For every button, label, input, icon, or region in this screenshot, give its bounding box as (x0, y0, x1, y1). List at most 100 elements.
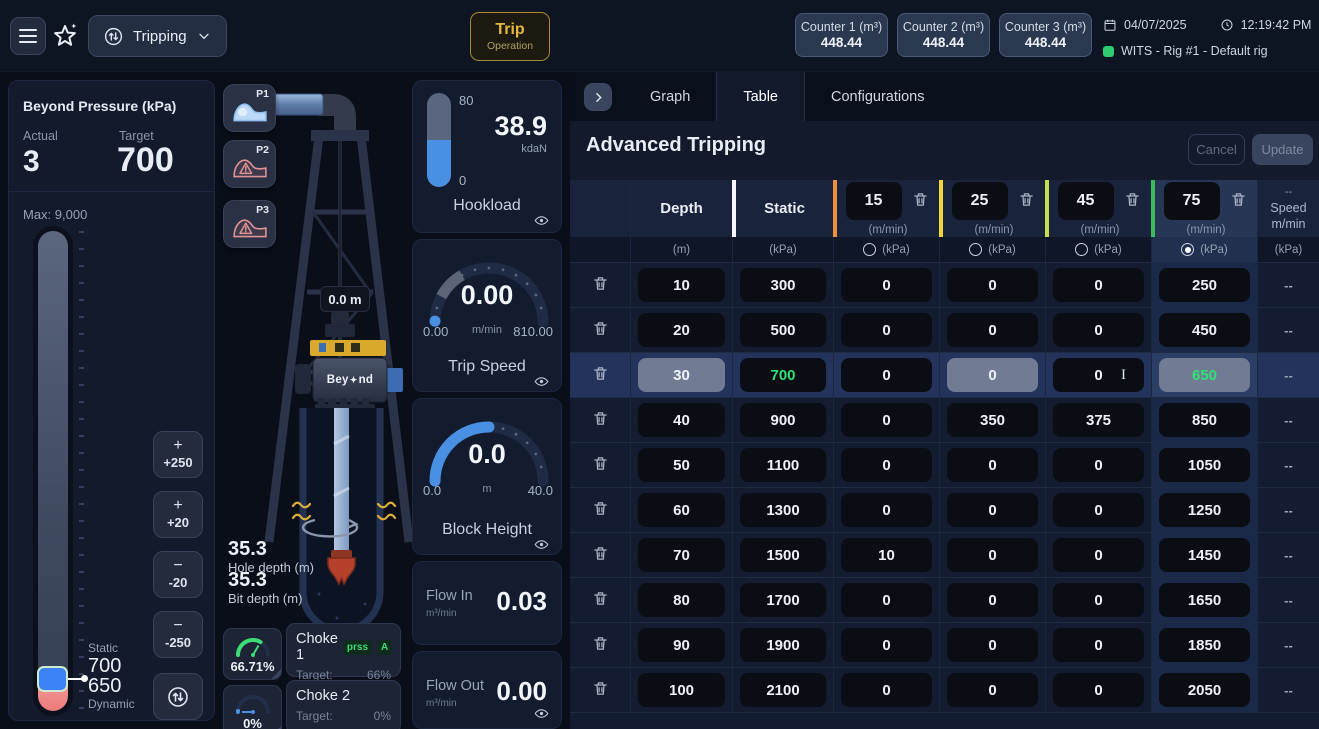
pressure-adjust--20-button[interactable]: −-20 (153, 551, 203, 598)
speed-pressure-input[interactable]: 0 (1053, 673, 1144, 707)
block-height-visibility-icon[interactable] (534, 537, 549, 552)
speed-pressure-input[interactable]: 0 (841, 628, 932, 662)
speed-column-radio[interactable] (1075, 243, 1088, 256)
speed-pressure-input[interactable]: 0 (841, 358, 932, 392)
speed-pressure-input[interactable]: 0 (841, 493, 932, 527)
static-pressure-input[interactable]: 500 (740, 313, 826, 347)
pressure-adjust--250-button[interactable]: −-250 (153, 611, 203, 658)
pump-p2-button[interactable]: P2 (223, 140, 276, 188)
speed-column-input[interactable]: 45 (1058, 182, 1114, 220)
delete-row-40-button[interactable] (590, 410, 610, 430)
depth-input[interactable]: 50 (638, 448, 725, 482)
tab-configurations[interactable]: Configurations (805, 72, 951, 121)
depth-input[interactable]: 40 (638, 403, 725, 437)
speed-column-radio[interactable] (1181, 243, 1194, 256)
delete-speed-column-75-button[interactable] (1229, 191, 1249, 211)
static-pressure-input[interactable]: 2100 (740, 673, 826, 707)
choke-2-tile[interactable]: Choke 2Target:0% (286, 680, 401, 729)
depth-input[interactable]: 10 (638, 268, 725, 302)
depth-input[interactable]: 90 (638, 628, 725, 662)
pressure-slider-track[interactable] (33, 226, 73, 716)
speed-pressure-input[interactable]: 0 (947, 628, 1038, 662)
speed-pressure-input[interactable]: 0 (841, 583, 932, 617)
depth-input[interactable]: 100 (638, 673, 725, 707)
static-pressure-input[interactable]: 1300 (740, 493, 826, 527)
speed-pressure-input[interactable]: 0 (1053, 628, 1144, 662)
flow-out-visibility-icon[interactable] (534, 706, 549, 721)
operation-mode-dropdown[interactable]: Tripping (88, 15, 227, 57)
speed-pressure-input[interactable]: 0 (841, 313, 932, 347)
speed-pressure-input[interactable]: 450 (1159, 313, 1250, 347)
favorites-star-icon[interactable] (50, 21, 80, 51)
speed-pressure-input[interactable]: 0 (947, 583, 1038, 617)
static-pressure-input[interactable]: 1100 (740, 448, 826, 482)
speed-pressure-input[interactable]: 250 (1159, 268, 1250, 302)
speed-pressure-input[interactable]: 0 (947, 448, 1038, 482)
update-button[interactable]: Update (1252, 134, 1313, 165)
speed-pressure-input[interactable]: 10 (841, 538, 932, 572)
speed-pressure-input[interactable]: 0 (841, 673, 932, 707)
static-pressure-input[interactable]: 900 (740, 403, 826, 437)
speed-column-radio[interactable] (969, 243, 982, 256)
speed-pressure-input[interactable]: 0 (947, 358, 1038, 392)
speed-pressure-input[interactable]: 0 (841, 448, 932, 482)
static-pressure-input[interactable]: 300 (740, 268, 826, 302)
speed-pressure-input[interactable]: 2050 (1159, 673, 1250, 707)
speed-pressure-input[interactable]: 0 (1053, 313, 1144, 347)
delete-row-80-button[interactable] (590, 590, 610, 610)
speed-pressure-input[interactable]: 0 (1053, 493, 1144, 527)
speed-pressure-input[interactable]: 1650 (1159, 583, 1250, 617)
speed-pressure-input[interactable]: 0 (947, 493, 1038, 527)
depth-input[interactable]: 80 (638, 583, 725, 617)
delete-speed-column-15-button[interactable] (911, 191, 931, 211)
speed-column-input[interactable]: 15 (846, 182, 902, 220)
depth-input[interactable]: 70 (638, 538, 725, 572)
tab-graph[interactable]: Graph (624, 72, 716, 121)
pump-p1-button[interactable]: P1 (223, 84, 276, 132)
speed-pressure-input[interactable]: 0I (1053, 358, 1144, 392)
speed-pressure-input[interactable]: 1850 (1159, 628, 1250, 662)
delete-speed-column-45-button[interactable] (1123, 191, 1143, 211)
speed-pressure-input[interactable]: 375 (1053, 403, 1144, 437)
delete-row-60-button[interactable] (590, 500, 610, 520)
counter-2-button[interactable]: Counter 2 (m³)448.44 (897, 13, 990, 57)
counter-3-button[interactable]: Counter 3 (m³)448.44 (999, 13, 1092, 57)
pressure-adjust-+250-button[interactable]: ++250 (153, 431, 203, 478)
pressure-adjust-+20-button[interactable]: ++20 (153, 491, 203, 538)
delete-row-90-button[interactable] (590, 635, 610, 655)
tab-table[interactable]: Table (716, 72, 805, 121)
speed-pressure-input[interactable]: 650 (1159, 358, 1250, 392)
speed-pressure-input[interactable]: 1050 (1159, 448, 1250, 482)
delete-row-70-button[interactable] (590, 545, 610, 565)
choke-1-gauge-tile[interactable]: 66.71% (223, 628, 282, 680)
speed-pressure-input[interactable]: 0 (947, 313, 1038, 347)
depth-input[interactable]: 30 (638, 358, 725, 392)
speed-pressure-input[interactable]: 0 (1053, 448, 1144, 482)
delete-row-50-button[interactable] (590, 455, 610, 475)
trip-operation-button[interactable]: Trip Operation (470, 12, 550, 61)
speed-column-input[interactable]: 25 (952, 182, 1008, 220)
speed-pressure-input[interactable]: 0 (947, 268, 1038, 302)
static-pressure-input[interactable]: 1700 (740, 583, 826, 617)
delete-row-10-button[interactable] (590, 275, 610, 295)
pump-p3-button[interactable]: P3 (223, 200, 276, 248)
cancel-button[interactable]: Cancel (1188, 134, 1245, 165)
speed-pressure-input[interactable]: 0 (1053, 268, 1144, 302)
speed-pressure-input[interactable]: 0 (1053, 583, 1144, 617)
speed-pressure-input[interactable]: 1450 (1159, 538, 1250, 572)
speed-pressure-input[interactable]: 0 (947, 673, 1038, 707)
speed-column-input[interactable]: 75 (1164, 182, 1220, 220)
static-pressure-input[interactable]: 1900 (740, 628, 826, 662)
speed-pressure-input[interactable]: 1250 (1159, 493, 1250, 527)
delete-row-20-button[interactable] (590, 320, 610, 340)
speed-pressure-input[interactable]: 0 (947, 538, 1038, 572)
delete-row-100-button[interactable] (590, 680, 610, 700)
speed-pressure-input[interactable]: 850 (1159, 403, 1250, 437)
speed-column-radio[interactable] (863, 243, 876, 256)
speed-pressure-input[interactable]: 0 (841, 403, 932, 437)
choke-1-tile[interactable]: Choke 1prssATarget:66% (286, 623, 401, 677)
sync-tripping-button[interactable] (153, 673, 203, 720)
speed-pressure-input[interactable]: 0 (1053, 538, 1144, 572)
hookload-visibility-icon[interactable] (534, 213, 549, 228)
collapse-panel-button[interactable] (584, 83, 612, 111)
